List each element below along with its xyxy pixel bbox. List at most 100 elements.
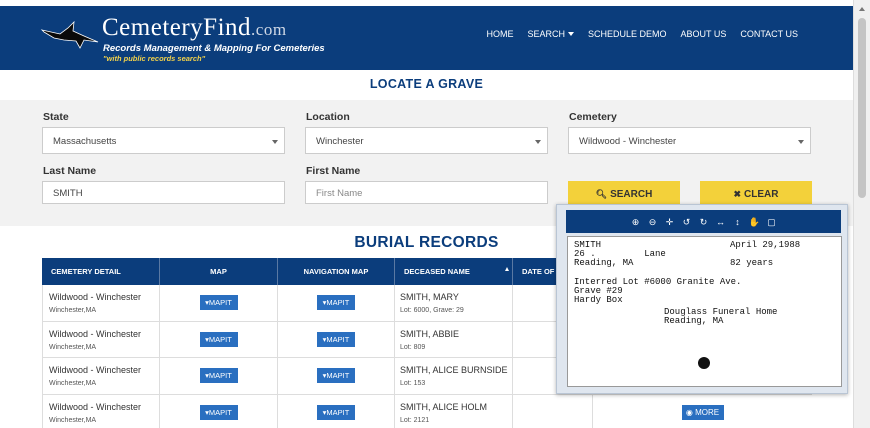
mapit-button[interactable]: ▾MAPIT	[199, 295, 238, 310]
map-cell: ▾MAPIT	[160, 285, 278, 321]
brand-subtagline: "with public records search"	[103, 54, 206, 63]
move-icon[interactable]: ✛	[664, 216, 676, 228]
deceased-name: SMITH, ABBIE	[400, 328, 460, 339]
state-value: Massachusetts	[53, 136, 117, 147]
mapit-label: MAPIT	[326, 298, 350, 307]
map-cell: ▾MAPIT	[160, 394, 278, 428]
lot-info: Lot: 2121	[400, 416, 430, 424]
more-button[interactable]: ◉ MORE	[681, 404, 724, 420]
site-header: CemeteryFind.com Records Management & Ma…	[0, 6, 853, 70]
clear-button-label: CLEAR	[744, 189, 779, 200]
ink-blot	[698, 357, 710, 369]
col-map[interactable]: MAP	[160, 258, 278, 285]
location-value: Winchester	[316, 136, 364, 147]
nav-schedule-demo[interactable]: SCHEDULE DEMO	[581, 29, 674, 39]
card-line: April 29,1988	[730, 240, 801, 250]
nav-about-us[interactable]: ABOUT US	[673, 29, 733, 39]
card-line: Hardy Box	[574, 295, 623, 305]
last-name-label: Last Name	[43, 165, 97, 177]
navigation-map-cell: ▾MAPIT	[278, 358, 395, 394]
mapit-label: MAPIT	[208, 371, 232, 380]
scrollbar-thumb[interactable]	[858, 18, 866, 198]
rotate-right-icon[interactable]: ↻	[698, 216, 710, 228]
col-cemetery-detail[interactable]: CEMETERY DETAIL	[42, 258, 160, 285]
deceased-name-cell: SMITH, ABBIE Lot: 809	[395, 321, 513, 357]
navigation-mapit-button[interactable]: ▾MAPIT	[317, 331, 355, 347]
chevron-down-icon	[535, 140, 541, 144]
chevron-down-icon	[798, 140, 804, 144]
deceased-name: SMITH, ALICE HOLM	[400, 401, 488, 412]
nav-contact-us[interactable]: CONTACT US	[733, 29, 805, 39]
card-line: Reading, MA	[664, 316, 724, 326]
brand-title: CemeteryFind.com	[102, 14, 287, 42]
navigation-mapit-button[interactable]: ▾MAPIT	[317, 368, 355, 383]
cemetery-select[interactable]: Wildwood - Winchester	[568, 127, 811, 154]
lot-info: Lot: 809	[400, 343, 426, 351]
last-name-input[interactable]: SMITH	[42, 181, 285, 204]
lot-info: Lot: 6000, Grave: 29	[400, 307, 464, 314]
navigation-mapit-button[interactable]: ▾MAPIT	[317, 404, 355, 420]
page-scrollbar[interactable]	[853, 0, 870, 428]
cemetery-detail-cell: Wildwood - Winchester Winchester,MA	[42, 358, 160, 394]
reset-icon[interactable]: ▢	[766, 216, 778, 228]
col-navigation-map[interactable]: NAVIGATION MAP	[278, 258, 395, 285]
first-name-label: First Name	[306, 165, 361, 177]
card-line: 82 years	[730, 258, 774, 268]
logo[interactable]: CemeteryFind.com Records Management & Ma…	[40, 12, 330, 66]
locate-title: LOCATE A GRAVE	[369, 77, 484, 91]
table-row: Wildwood - Winchester Winchester,MA ▾MAP…	[42, 394, 812, 428]
navigation-mapit-button[interactable]: ▾MAPIT	[317, 295, 355, 310]
deceased-name-cell: SMITH, ALICE BURNSIDE Lot: 153	[395, 358, 513, 394]
scroll-up-icon[interactable]	[859, 7, 865, 11]
brand-suffix: .com	[251, 20, 287, 39]
cemetery-name: Wildwood - Winchester	[49, 292, 142, 302]
cemetery-name: Wildwood - Winchester	[49, 401, 142, 412]
map-cell: ▾MAPIT	[160, 321, 278, 357]
zoom-in-icon[interactable]: ⊕	[630, 216, 642, 228]
cemetery-value: Wildwood - Winchester	[579, 136, 677, 147]
deceased-name-cell: SMITH, MARY Lot: 6000, Grave: 29	[395, 285, 513, 321]
zoom-out-icon[interactable]: ⊖	[647, 216, 659, 228]
burial-card-viewer: ⊕ ⊖ ✛ ↺ ↻ ↔ ↕ ✋ ▢ SMITH April 29,1988 26…	[556, 204, 848, 394]
main-nav: HOME SEARCH SCHEDULE DEMO ABOUT US CONTA…	[479, 29, 805, 39]
location-label: Location	[306, 111, 350, 123]
cemetery-location: Winchester,MA	[49, 416, 97, 424]
cemetery-label: Cemetery	[569, 111, 617, 123]
cemetery-location: Winchester,MA	[49, 343, 97, 351]
last-name-value: SMITH	[53, 188, 83, 199]
lot-info: Lot: 153	[400, 380, 426, 387]
state-select[interactable]: Massachusetts	[42, 127, 285, 154]
cemetery-location: Winchester,MA	[49, 307, 97, 314]
col-deceased-name-label: DECEASED NAME	[404, 267, 470, 276]
location-select[interactable]: Winchester	[305, 127, 548, 154]
page: CemeteryFind.com Records Management & Ma…	[0, 0, 853, 428]
fit-width-icon[interactable]: ↔	[715, 216, 727, 228]
fit-height-icon[interactable]: ↕	[732, 216, 744, 228]
first-name-placeholder: First Name	[316, 188, 363, 199]
eye-icon: ◉	[685, 407, 696, 417]
cemetery-detail-cell: Wildwood - Winchester Winchester,MA	[42, 394, 160, 428]
nav-search[interactable]: SEARCH	[520, 29, 581, 39]
hand-icon[interactable]: ✋	[749, 216, 761, 228]
navigation-map-cell: ▾MAPIT	[278, 321, 395, 357]
mapit-label: MAPIT	[208, 407, 232, 417]
more-label: MORE	[695, 407, 720, 417]
map-cell: ▾MAPIT	[160, 358, 278, 394]
bird-icon	[40, 20, 99, 49]
mapit-button[interactable]: ▾MAPIT	[199, 331, 238, 347]
cemetery-detail-cell: Wildwood - Winchester Winchester,MA	[42, 285, 160, 321]
mapit-label: MAPIT	[326, 407, 350, 417]
nav-search-label: SEARCH	[527, 29, 565, 39]
mapit-label: MAPIT	[326, 371, 350, 380]
chevron-down-icon	[272, 140, 278, 144]
search-icon: 🔍︎	[595, 189, 608, 199]
mapit-button[interactable]: ▾MAPIT	[199, 368, 238, 383]
first-name-input[interactable]: First Name	[305, 181, 548, 204]
navigation-map-cell: ▾MAPIT	[278, 394, 395, 428]
date-cell	[513, 394, 593, 428]
mapit-button[interactable]: ▾MAPIT	[199, 404, 238, 420]
rotate-left-icon[interactable]: ↺	[681, 216, 693, 228]
col-deceased-name[interactable]: DECEASED NAME	[395, 258, 513, 285]
chevron-down-icon	[567, 32, 574, 36]
nav-home[interactable]: HOME	[479, 29, 520, 39]
